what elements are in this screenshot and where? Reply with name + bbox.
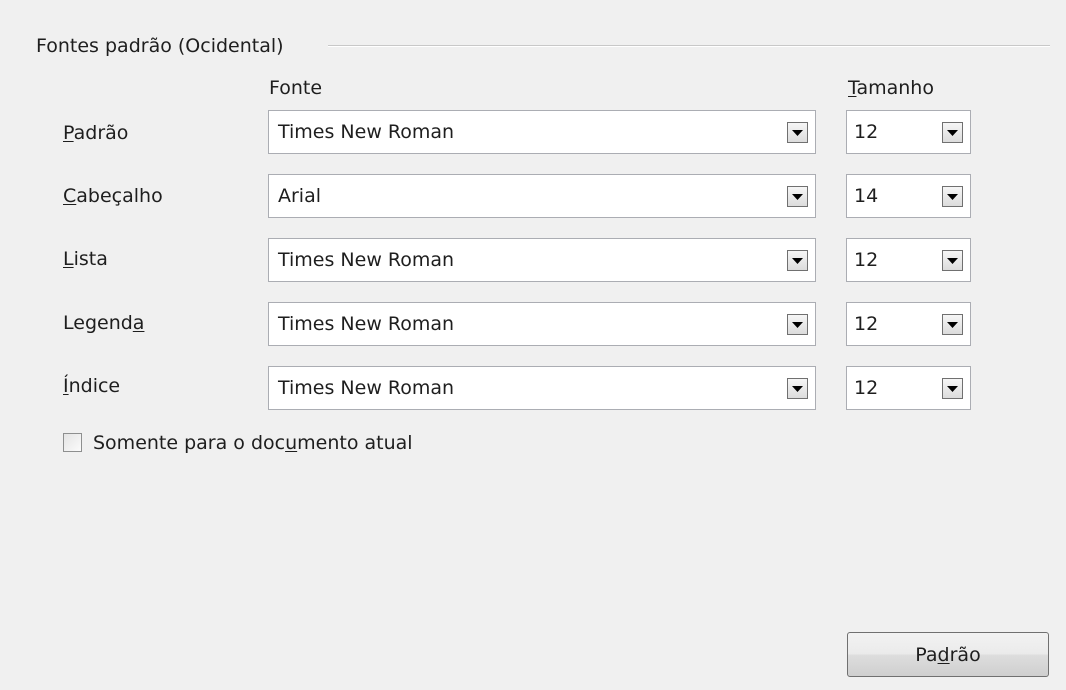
size-select-value: 12 [854,249,879,271]
group-title: Fontes padrão (Ocidental) [36,35,284,57]
chevron-down-icon[interactable] [787,250,808,271]
font-select-value: Times New Roman [278,121,455,143]
font-select-value: Times New Roman [278,377,455,399]
chevron-down-icon[interactable] [787,314,808,335]
font-select-cabecalho[interactable]: Arial [268,174,816,218]
chevron-down-icon[interactable] [942,122,963,143]
current-document-only-label[interactable]: Somente para o documento atual [93,431,413,455]
row-label-cabecalho: Cabeçalho [63,185,163,207]
chevron-down-icon[interactable] [787,378,808,399]
current-document-only-checkbox[interactable] [63,433,82,452]
font-select-legenda[interactable]: Times New Roman [268,302,816,346]
row-label-legenda: Legenda [63,312,145,334]
chevron-down-icon[interactable] [942,314,963,335]
size-select-padrao[interactable]: 12 [846,110,971,154]
font-select-value: Arial [278,185,322,207]
size-column-header: Tamanho [848,77,934,99]
size-select-lista[interactable]: 12 [846,238,971,282]
font-select-indice[interactable]: Times New Roman [268,366,816,410]
row-label-padrao: Padrão [63,122,129,144]
size-select-indice[interactable]: 12 [846,366,971,410]
font-select-value: Times New Roman [278,313,455,335]
row-label-lista: Lista [63,248,108,270]
font-column-header: Fonte [269,77,323,99]
size-select-value: 12 [854,377,879,399]
chevron-down-icon[interactable] [787,186,808,207]
font-select-padrao[interactable]: Times New Roman [268,110,816,154]
chevron-down-icon[interactable] [942,250,963,271]
size-select-value: 12 [854,313,879,335]
size-select-cabecalho[interactable]: 14 [846,174,971,218]
size-select-legenda[interactable]: 12 [846,302,971,346]
font-select-lista[interactable]: Times New Roman [268,238,816,282]
chevron-down-icon[interactable] [787,122,808,143]
row-label-indice: Índice [63,375,121,397]
font-select-value: Times New Roman [278,249,455,271]
chevron-down-icon[interactable] [942,378,963,399]
group-divider [328,45,1050,47]
chevron-down-icon[interactable] [942,186,963,207]
size-select-value: 12 [854,121,879,143]
default-button-label: Padrão [915,643,981,666]
default-button[interactable]: Padrão [847,632,1049,677]
size-select-value: 14 [854,185,879,207]
